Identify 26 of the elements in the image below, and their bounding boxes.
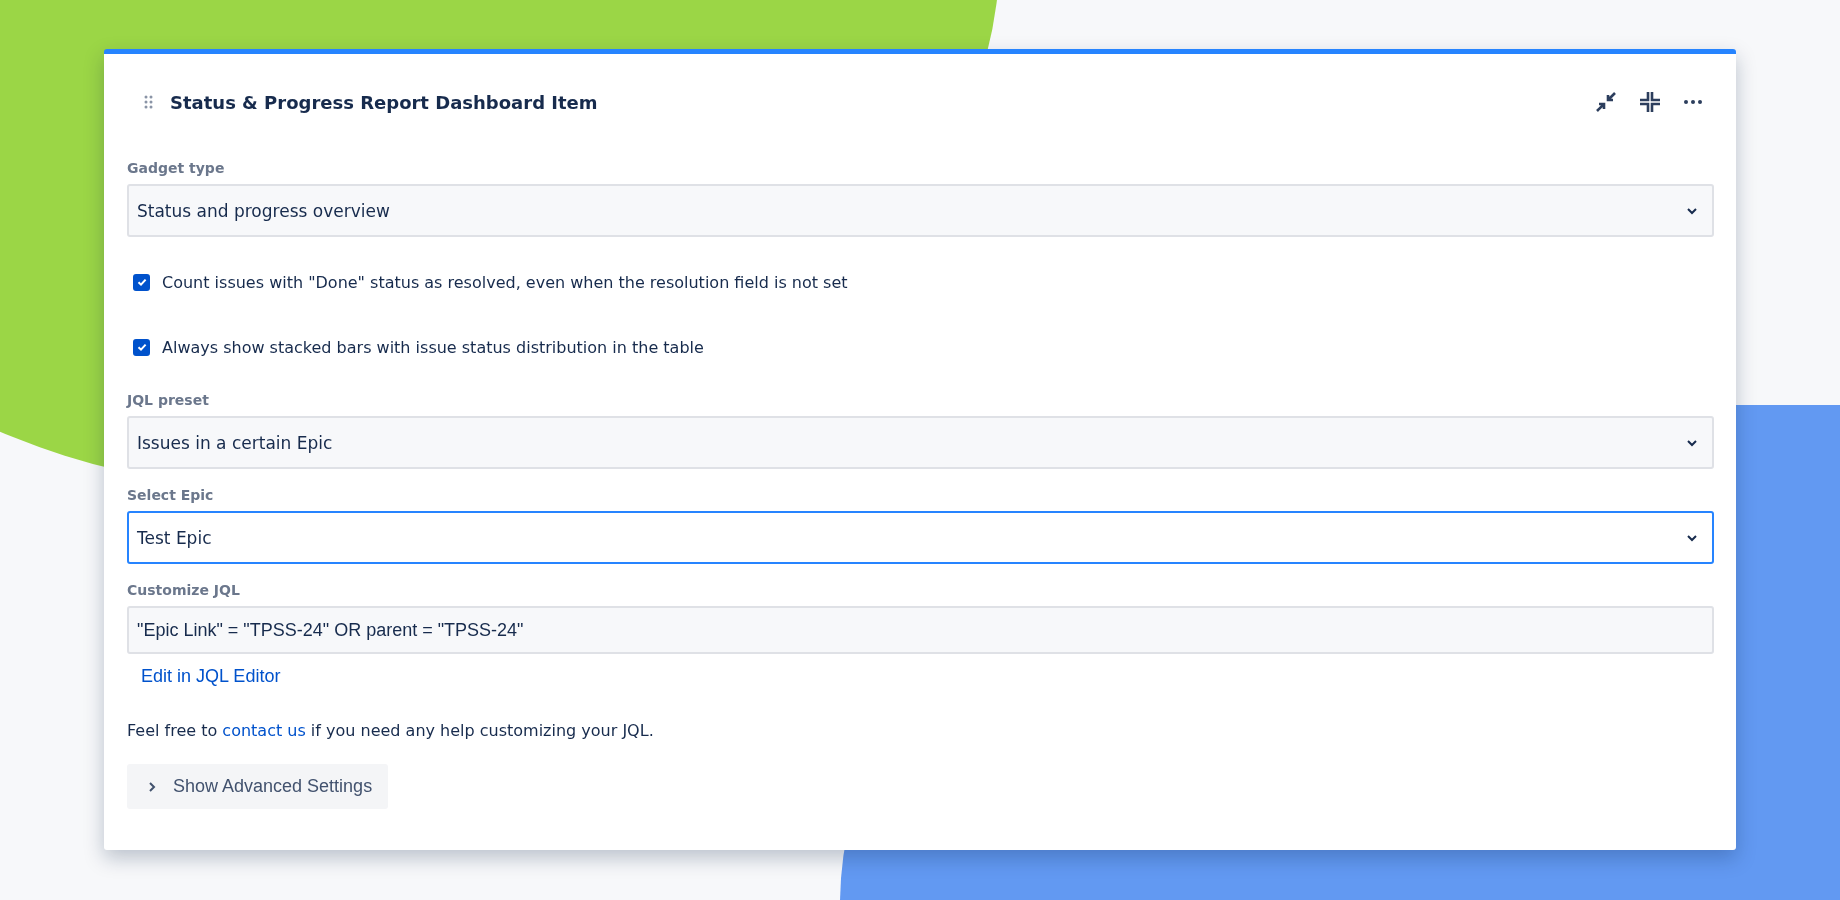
- collapse-arrows-icon[interactable]: [1594, 90, 1618, 114]
- chevron-icon: [147, 781, 157, 792]
- chevron-down-icon[interactable]: [1686, 205, 1698, 216]
- checkmark-icon: [135, 276, 148, 288]
- select-field[interactable]: Test Epic: [127, 511, 1714, 564]
- select-field[interactable]: Issues in a certain Epic: [127, 416, 1714, 469]
- checkbox[interactable]: [133, 273, 150, 291]
- field-label: Select Epic: [127, 487, 215, 503]
- field-label: Customize JQL: [127, 582, 241, 598]
- chevron-down-icon[interactable]: [1686, 532, 1698, 543]
- select-field[interactable]: Status and progress overview: [127, 184, 1714, 237]
- checkmark-icon: [135, 341, 148, 353]
- field-label: Gadget type: [127, 160, 226, 176]
- field-label: JQL preset: [127, 392, 210, 408]
- editor-link[interactable]: Edit in JQL Editor: [141, 666, 281, 687]
- help-text: Feel free to contact us if you need any help customizing your JQL.: [127, 721, 655, 740]
- chevron-down-icon[interactable]: [1686, 437, 1698, 448]
- checkbox-label: Always show stacked bars with issue status distribution in the table: [162, 337, 704, 357]
- advanced-settings-button[interactable]: Show Advanced Settings: [127, 764, 389, 809]
- input-field[interactable]: "Epic Link" = "TPSS-24" OR parent = "TPSS-24": [127, 606, 1714, 654]
- card-title: Status & Progress Report Dashboard Item: [170, 91, 598, 113]
- drag-handle-icon[interactable]: [144, 95, 153, 109]
- contact-link[interactable]: contact us: [222, 721, 306, 740]
- minimize-icon[interactable]: [1638, 90, 1662, 114]
- checkbox-label: Count issues with "Done" status as resolved, even when the resolution field is not set: [162, 272, 848, 292]
- checkbox[interactable]: [133, 338, 150, 356]
